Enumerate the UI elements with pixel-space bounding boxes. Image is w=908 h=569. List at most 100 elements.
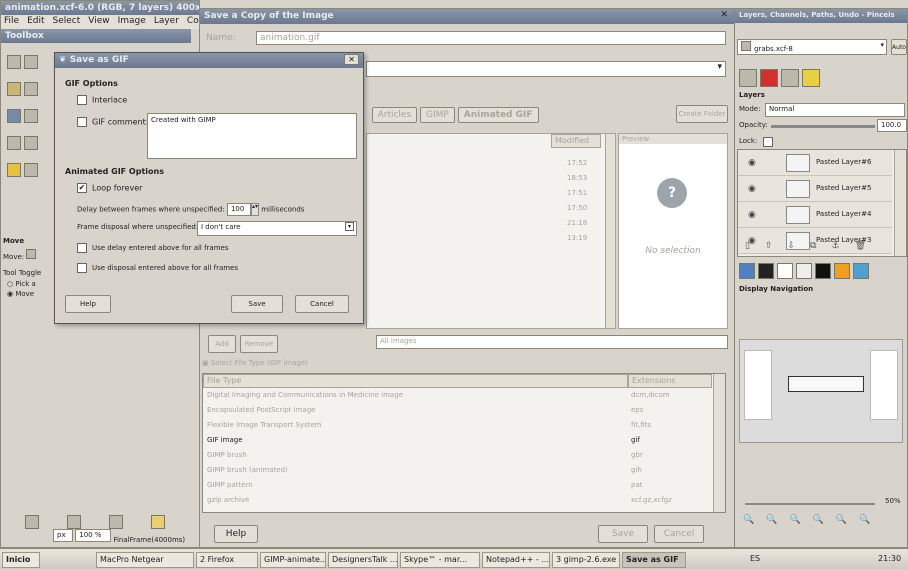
gif-help-button[interactable]: Help [65,295,111,313]
zoom-out-icon[interactable]: 🔍 [743,515,766,525]
undo-tab-icon[interactable] [802,69,820,87]
disposal-select[interactable]: I don't care ▾ [197,221,357,236]
visibility-eye-icon[interactable]: ◉ [748,210,756,220]
place-animated-gif[interactable]: Animated GIF [457,107,539,123]
visibility-eye-icon[interactable]: ◉ [748,184,756,194]
brush-tool-icon[interactable] [24,109,38,123]
modified-header[interactable]: Modified [551,134,601,148]
save-copy-help-button[interactable]: Help [214,525,258,543]
restore-options-icon[interactable] [67,515,81,529]
smudge-tool-icon[interactable] [24,163,38,177]
use-disposal-checkbox[interactable] [77,263,87,273]
channels-tab-icon[interactable] [760,69,778,87]
place-articles[interactable]: Articles [371,107,418,123]
palette-tab-icon[interactable] [796,263,812,279]
task-notepad[interactable]: Notepad++ - ... [482,552,550,568]
remove-button[interactable]: Remove [240,335,278,353]
eraser-tool-icon[interactable] [7,136,21,150]
place-gimp[interactable]: GIMP [420,107,455,123]
pencil-tool-icon[interactable] [24,82,38,96]
paths-tab-icon[interactable] [781,69,799,87]
interlace-option[interactable]: Interlace [77,95,127,105]
pattern-tab-icon[interactable] [853,263,869,279]
lower-layer-icon[interactable]: ⇩ [788,241,811,251]
gif-save-button[interactable]: Save [231,295,283,313]
use-disposal-option[interactable]: Use disposal entered above for all frame… [77,263,238,273]
delay-spin-icon[interactable]: ▴▾ [250,203,259,216]
task-designerstalk[interactable]: DesignersTalk ... [328,552,398,568]
file-type-row[interactable]: Encapsulated PostScript image eps [203,405,725,419]
save-copy-cancel-button[interactable]: Cancel [654,525,704,543]
visibility-eye-icon[interactable]: ◉ [748,158,756,168]
histogram-tab-icon[interactable] [777,263,793,279]
task-firefox[interactable]: 2 Firefox [196,552,258,568]
comment-checkbox[interactable] [77,117,87,127]
layers-tab-icon[interactable] [739,69,757,87]
menu-image[interactable]: Image [118,16,146,26]
zoom-100-icon[interactable]: 🔍 [789,515,812,525]
raise-layer-icon[interactable]: ⇧ [765,241,788,251]
filter-select[interactable]: All images [376,335,728,349]
task-save-as-gif[interactable]: Save as GIF [622,552,686,568]
zoom-fit-icon[interactable]: 🔍 [813,515,836,525]
close-icon[interactable]: ✕ [720,10,728,20]
zoom-fill-icon[interactable]: 🔍 [836,515,859,525]
loop-checkbox[interactable]: ✔ [77,183,87,193]
task-gimp-animate[interactable]: GIMP-animate... [260,552,326,568]
menu-view[interactable]: View [88,16,109,26]
delay-input[interactable]: 100 [226,203,251,216]
file-type-row[interactable]: GIMP pattern pat [203,480,725,494]
nav-zoom-slider[interactable] [745,503,875,505]
create-folder-button[interactable]: Create Folder [676,105,728,123]
select-type-toggle[interactable]: ▣ Select File Type (GIF image) [202,359,308,367]
mode-select[interactable]: Normal [765,103,905,117]
use-delay-checkbox[interactable] [77,243,87,253]
save-copy-save-button[interactable]: Save [598,525,648,543]
loop-option[interactable]: ✔ Loop forever [77,183,142,193]
airbrush-tool-icon[interactable] [24,136,38,150]
pick-radio-icon[interactable]: ○ [7,280,13,288]
language-indicator[interactable]: ES [750,554,760,563]
layer-list-scrollbar[interactable] [894,150,906,256]
file-type-row[interactable]: GIMP brush gbr [203,450,725,464]
delete-layer-icon[interactable]: 🗑 [855,241,881,251]
lasso-tool-icon[interactable] [7,55,21,69]
gif-cancel-button[interactable]: Cancel [295,295,349,313]
brush-tab-icon[interactable] [815,263,831,279]
duplicate-layer-icon[interactable]: ⧉ [810,241,831,251]
rect-select-icon[interactable] [24,55,38,69]
menu-edit[interactable]: Edit [27,16,44,26]
unit-select[interactable]: px [53,529,73,542]
lock-checkbox[interactable] [763,137,773,147]
move-radio-icon[interactable]: ◉ [7,290,13,298]
layer-row[interactable]: ◉ Pasted Layer#6 [738,150,892,176]
move-mode-icon[interactable] [26,249,37,259]
task-skype[interactable]: Skype™ - mar... [400,552,480,568]
menu-layer[interactable]: Layer [154,16,179,26]
file-type-row[interactable]: gzip archive xcf.gz,xcfgz [203,495,725,509]
anchor-layer-icon[interactable]: ⚓ [831,241,854,251]
fuzzy-select-icon[interactable] [7,82,21,96]
task-gimp-exe[interactable]: 3 gimp-2.6.exe [552,552,620,568]
use-delay-option[interactable]: Use delay entered above for all frames [77,243,229,253]
opacity-slider[interactable] [771,125,875,128]
task-macpro[interactable]: MacPro Netgear [96,552,194,568]
file-type-row[interactable]: GIMP brush (animated) gih [203,465,725,479]
comment-option[interactable]: GIF comment: [77,117,148,127]
gradient-tab-icon[interactable] [834,263,850,279]
move-tool-icon[interactable] [7,109,21,123]
save-options-icon[interactable] [25,515,39,529]
file-type-scrollbar[interactable] [713,374,725,512]
layer-row[interactable]: ◉ Pasted Layer#5 [738,176,892,202]
ext-header[interactable]: Extensions [628,374,712,388]
delete-options-icon[interactable] [109,515,123,529]
auto-button[interactable]: Auto [891,39,907,55]
folder-select[interactable]: ▾ [366,61,726,77]
image-select[interactable]: grabs.xcf-8 ▾ [737,39,887,55]
navigation-preview[interactable] [739,339,903,443]
gif-close-icon[interactable]: ✕ [344,54,359,65]
zoom-in-icon[interactable]: 🔍 [766,515,789,525]
comment-textarea[interactable]: Created with GIMP [147,113,357,159]
layer-row[interactable]: ◉ Pasted Layer#4 [738,202,892,228]
new-layer-icon[interactable]: ▯ [745,241,765,251]
